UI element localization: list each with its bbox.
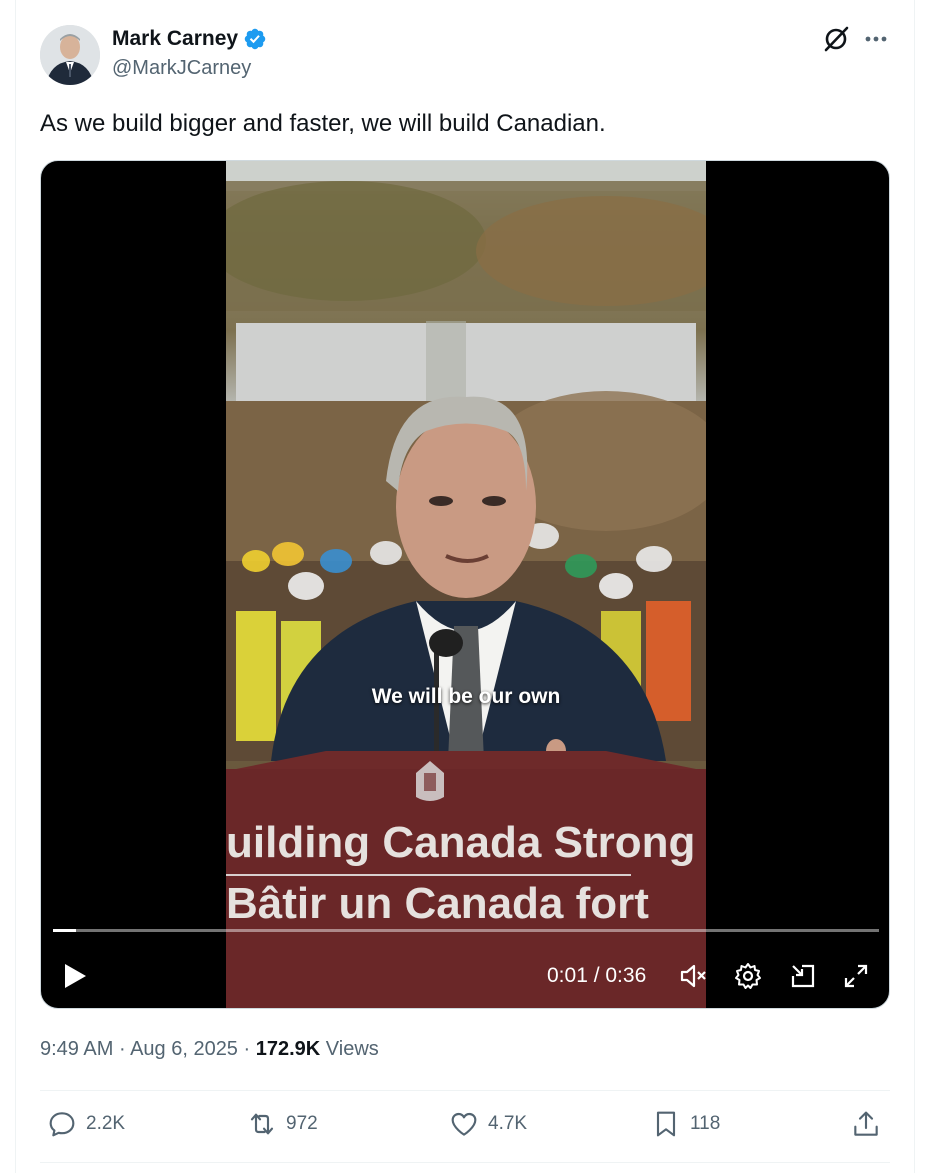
share-button[interactable] <box>850 1108 882 1140</box>
repost-icon <box>250 1113 274 1135</box>
divider <box>40 1090 890 1091</box>
podium-text-line-1: uilding Canada Strong <box>226 818 696 867</box>
play-icon[interactable] <box>57 959 91 993</box>
bookmark-button[interactable]: 118 <box>650 1108 720 1140</box>
meta-separator: · <box>237 1038 256 1060</box>
repost-count: 972 <box>286 1113 318 1134</box>
author-name-text[interactable]: Mark Carney <box>112 27 238 51</box>
avatar[interactable] <box>40 25 100 85</box>
video-progress-fill <box>53 929 77 932</box>
tweet-meta: 9:49 AM · Aug 6, 2025 · 172.9K Views <box>40 1038 379 1061</box>
grok-icon[interactable] <box>822 25 850 53</box>
muted-volume-icon[interactable] <box>678 961 708 991</box>
views-count: 172.9K <box>255 1038 321 1060</box>
verified-badge-icon <box>244 28 266 50</box>
views-label: Views <box>325 1038 379 1060</box>
picture-in-picture-icon[interactable] <box>788 961 818 991</box>
bookmark-count: 118 <box>690 1113 721 1134</box>
settings-gear-icon[interactable] <box>733 961 763 991</box>
like-count: 4.7K <box>488 1113 528 1134</box>
tweet-date[interactable]: Aug 6, 2025 <box>130 1038 238 1060</box>
bookmark-icon <box>656 1111 676 1137</box>
tweet-text: As we build bigger and faster, we will b… <box>40 110 606 137</box>
podium-text-line-2: Bâtir un Canada fort <box>226 879 649 928</box>
video-progress-bar[interactable] <box>53 929 879 932</box>
divider <box>40 1162 890 1163</box>
meta-separator: · <box>113 1038 131 1060</box>
author-name[interactable]: Mark Carney <box>112 27 267 51</box>
more-options-icon[interactable] <box>862 25 890 53</box>
video-caption: We will be our own <box>371 685 561 708</box>
video-player[interactable]: uilding Canada Strong Bâtir un Canada fo… <box>40 160 890 1009</box>
repost-button[interactable]: 972 <box>246 1108 318 1140</box>
author-handle[interactable]: @MarkJCarney <box>112 57 251 80</box>
reply-button[interactable]: 2.2K <box>46 1108 125 1140</box>
tweet-time[interactable]: 9:49 AM <box>40 1038 113 1060</box>
heart-icon <box>451 1112 477 1136</box>
reply-icon <box>49 1112 75 1137</box>
share-icon <box>854 1111 878 1136</box>
reply-count: 2.2K <box>86 1113 126 1134</box>
like-button[interactable]: 4.7K <box>448 1108 527 1140</box>
fullscreen-icon[interactable] <box>841 961 871 991</box>
video-time: 0:01 / 0:36 <box>547 964 647 987</box>
